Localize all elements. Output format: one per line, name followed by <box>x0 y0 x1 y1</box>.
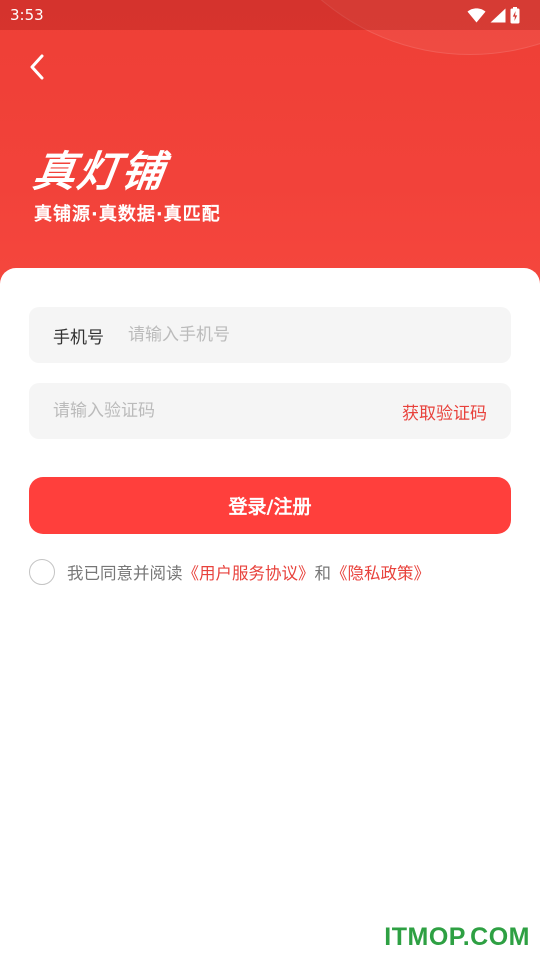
wifi-icon <box>467 7 486 22</box>
code-input-row: 获取验证码 <box>29 383 511 439</box>
watermark: ITMOP.COM <box>384 923 530 951</box>
verification-code-input[interactable] <box>53 401 402 421</box>
agreement-checkbox[interactable] <box>29 559 55 585</box>
get-code-button[interactable]: 获取验证码 <box>402 399 487 424</box>
brand-logo: 真灯铺 <box>30 147 170 196</box>
cellular-signal-icon <box>490 8 506 22</box>
agreement-row: 我已同意并阅读 《用户服务协议》 和 《隐私政策》 <box>29 558 430 586</box>
agreement-and: 和 <box>314 564 332 583</box>
phone-input[interactable] <box>128 325 487 345</box>
login-card: 手机号 获取验证码 登录/注册 我已同意并阅读 《用户服务协议》 和 《隐私政策… <box>0 268 540 960</box>
phone-label: 手机号 <box>53 327 104 348</box>
login-register-button[interactable]: 登录/注册 <box>29 477 511 534</box>
battery-icon <box>510 6 520 23</box>
header-banner: 3:53 真灯铺 真铺源·真数据·真匹配 <box>0 0 540 300</box>
privacy-link[interactable]: 《隐私政策》 <box>331 560 430 584</box>
status-icons <box>467 6 520 24</box>
status-time: 3:53 <box>10 6 44 24</box>
agreement-prefix: 我已同意并阅读 <box>67 564 183 583</box>
status-bar: 3:53 <box>0 0 540 30</box>
chevron-left-icon <box>30 54 44 80</box>
brand-slogan: 真铺源·真数据·真匹配 <box>34 204 221 225</box>
phone-input-row: 手机号 <box>29 307 511 363</box>
login-screen: 3:53 真灯铺 真铺源·真数据·真匹配 手机号 请输入手机号 请输入验证码 获… <box>0 0 540 960</box>
back-button[interactable] <box>20 50 54 84</box>
terms-link[interactable]: 《用户服务协议》 <box>183 560 315 584</box>
